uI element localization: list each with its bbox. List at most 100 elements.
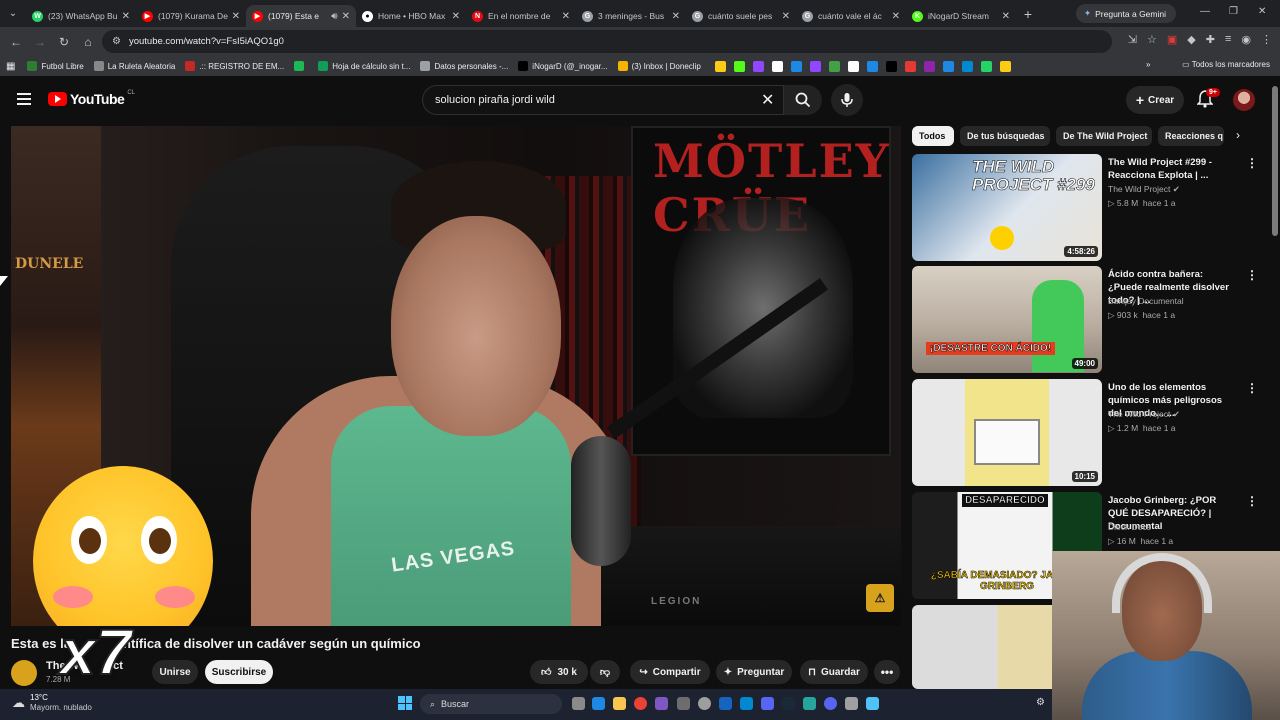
search-input[interactable]: solucion piraña jordi wild — [422, 85, 784, 115]
kebab-menu-icon[interactable]: ⋮ — [1246, 268, 1258, 282]
close-tab-icon[interactable]: ✕ — [782, 11, 790, 22]
recommendation-channel[interactable]: Banijay Documental — [1108, 296, 1184, 306]
bookmark-icon[interactable] — [904, 60, 916, 72]
ask-button[interactable]: ✦ Preguntar — [716, 660, 792, 684]
recommendation-item[interactable]: ¡DESASTRE CON ÁCIDO! 49:00 Ácido contra … — [912, 266, 1267, 374]
search-button[interactable] — [784, 85, 822, 115]
bookmark-icon[interactable] — [714, 60, 726, 72]
site-info-icon[interactable]: ⚙ — [112, 36, 121, 47]
task-view-icon[interactable] — [572, 697, 585, 710]
extension-red-icon[interactable]: ▣ — [1167, 33, 1177, 46]
bookmark-item[interactable]: Futbol Libre — [27, 61, 84, 71]
reload-icon[interactable]: ↻ — [52, 35, 76, 49]
recommendation-item[interactable]: THE WILD PROJECT #299 4:58:26 The Wild P… — [912, 154, 1267, 262]
kebab-menu-icon[interactable]: ⋮ — [1246, 381, 1258, 395]
close-tab-icon[interactable]: ✕ — [342, 11, 350, 22]
maximize-icon[interactable]: ❐ — [1229, 6, 1238, 17]
video-thumbnail[interactable]: THE WILD PROJECT #299 4:58:26 — [912, 154, 1102, 261]
browser-tab[interactable]: KiNogarD Stream ✕ — [906, 5, 1016, 27]
weather-widget[interactable]: ☁ 13°C Mayorm. nublado — [12, 693, 92, 713]
taskbar-search[interactable]: ⌕ Buscar — [420, 694, 562, 714]
minimize-icon[interactable]: — — [1200, 6, 1210, 17]
share-button[interactable]: ↪ Compartir — [630, 660, 710, 684]
account-avatar[interactable] — [1233, 89, 1255, 111]
voice-search-button[interactable] — [831, 84, 863, 116]
app-icon[interactable] — [866, 697, 879, 710]
browser-tab[interactable]: N En el nombre de ✕ — [466, 5, 576, 27]
extension-icon[interactable]: ◆ — [1187, 33, 1195, 46]
new-tab-button[interactable]: + — [1016, 6, 1040, 22]
bookmark-icon[interactable] — [942, 60, 954, 72]
bookmark-icon[interactable] — [866, 60, 878, 72]
bookmark-icon[interactable] — [828, 60, 840, 72]
chip-reactions[interactable]: Reacciones q — [1158, 126, 1224, 146]
bookmark-item[interactable]: La Ruleta Aleatoria — [93, 61, 175, 71]
browser-tab[interactable]: ● Home • HBO Max ✕ — [356, 5, 466, 27]
menu-list-icon[interactable]: ≡ — [1225, 33, 1231, 46]
kebab-menu-icon[interactable]: ⋮ — [1246, 156, 1258, 170]
edge-icon[interactable] — [592, 697, 605, 710]
browser-tab[interactable]: ▶ (1079) Kurama De ✕ — [136, 5, 246, 27]
close-window-icon[interactable]: ✕ — [1258, 6, 1266, 17]
recommendation-title[interactable]: The Wild Project #299 - Reacciona Explot… — [1108, 156, 1238, 182]
app-icon[interactable] — [803, 697, 816, 710]
app-icon[interactable] — [655, 697, 668, 710]
subscribe-button[interactable]: Suscribirse — [205, 660, 273, 684]
back-icon[interactable]: ← — [4, 35, 28, 49]
chip-from-channel[interactable]: De The Wild Project — [1056, 126, 1152, 146]
chevron-right-icon[interactable]: › — [1236, 128, 1240, 142]
start-icon[interactable] — [398, 696, 412, 710]
chip-all[interactable]: Todos — [912, 126, 954, 146]
join-button[interactable]: Unirse — [152, 660, 198, 684]
file-explorer-icon[interactable] — [613, 697, 626, 710]
clear-search-icon[interactable]: ✕ — [761, 90, 774, 110]
dislike-button[interactable]: 👎︎ — [590, 660, 620, 684]
more-bookmarks-icon[interactable]: » — [1146, 60, 1150, 69]
bookmark-star-icon[interactable]: ☆ — [1147, 33, 1157, 46]
chrome-icon[interactable] — [634, 697, 647, 710]
recommendation-item[interactable]: 10:15 Uno de los elementos químicos más … — [912, 379, 1267, 487]
close-tab-icon[interactable]: ✕ — [122, 11, 130, 22]
forward-icon[interactable]: → — [28, 35, 52, 49]
bookmark-item[interactable]: (3) Inbox | Doneclip — [617, 61, 701, 71]
save-button[interactable]: ⊓ Guardar — [800, 660, 868, 684]
bookmark-icon[interactable] — [733, 60, 745, 72]
browser-tab[interactable]: Gcuánto suele pes ✕ — [686, 5, 796, 27]
close-tab-icon[interactable]: ✕ — [892, 11, 900, 22]
app-icon[interactable] — [719, 697, 732, 710]
puzzle-icon[interactable]: ✚ — [1206, 33, 1215, 46]
create-button[interactable]: + Crear — [1126, 86, 1184, 114]
steam-icon[interactable] — [782, 697, 795, 710]
video-thumbnail[interactable]: 10:15 — [912, 379, 1102, 486]
tab-search-menu-button[interactable]: ⌄ — [0, 0, 26, 27]
close-tab-icon[interactable]: ✕ — [562, 11, 570, 22]
gemini-button[interactable]: ✦ Pregunta a Gemini — [1076, 4, 1176, 23]
bookmark-icon[interactable] — [809, 60, 821, 72]
youtube-logo[interactable]: YouTube CL — [48, 90, 135, 107]
address-bar[interactable]: ⚙ youtube.com/watch?v=FsI5iAQO1g0 — [102, 30, 1112, 53]
apps-grid-icon[interactable]: ▦ — [6, 61, 15, 72]
bookmark-icon[interactable] — [752, 60, 764, 72]
recommendation-channel[interactable]: The Wild Project ✔ — [1108, 409, 1180, 420]
chip-from-searches[interactable]: De tus búsquedas — [960, 126, 1050, 146]
recommendation-channel[interactable]: Dieck Docs — [1108, 522, 1151, 532]
bookmark-icon[interactable] — [847, 60, 859, 72]
app-icon[interactable] — [677, 697, 690, 710]
close-tab-icon[interactable]: ✕ — [232, 11, 240, 22]
app-icon[interactable] — [845, 697, 858, 710]
bookmark-icon[interactable] — [771, 60, 783, 72]
browser-tab[interactable]: ▶ (1079) Esta e 🔊︎ ✕ — [246, 5, 356, 27]
kebab-menu-icon[interactable]: ⋮ — [1246, 494, 1258, 508]
install-icon[interactable]: ⇲ — [1128, 33, 1137, 46]
video-player[interactable]: DUNELE MÖTLEY CRÜE LAS VEGAS LEGION ⚠ — [11, 126, 901, 626]
system-tray-icon[interactable]: ⚙ — [1036, 697, 1045, 708]
audio-playing-icon[interactable]: 🔊︎ — [331, 11, 337, 22]
app-icon[interactable] — [761, 697, 774, 710]
bookmark-item[interactable] — [294, 61, 308, 71]
bookmark-icon[interactable] — [980, 60, 992, 72]
more-actions-button[interactable]: ••• — [874, 660, 900, 684]
bookmark-item[interactable]: .:: REGISTRO DE EM... — [185, 61, 284, 71]
bookmark-item[interactable]: Hoja de cálculo sin t... — [318, 61, 410, 71]
profile-icon[interactable]: ◉ — [1241, 33, 1251, 46]
bookmark-icon[interactable] — [790, 60, 802, 72]
